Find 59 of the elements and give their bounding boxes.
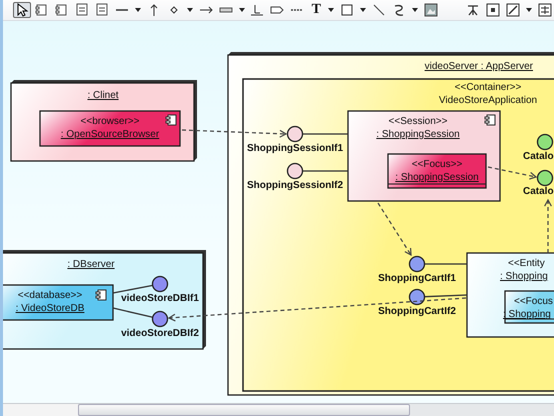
connector-line [112,284,152,294]
interface-label: Catalo [523,186,554,197]
tool-button[interactable] [504,2,522,18]
interface-label: videoStoreDBIf1 [121,293,199,304]
dashed-line-icon [290,8,304,12]
component-name: : Shopping [500,271,548,282]
component-name: : Shopping [503,309,551,320]
node-name: videoServer : AppServer [424,61,533,72]
document-icon [94,3,109,17]
stereotype-label: <<Focus [514,296,553,307]
component-name: : VideoStoreDB [16,303,84,314]
dependency-arrow [544,198,552,253]
connector-line [424,294,468,298]
dependency-arrow [378,202,412,256]
stereotype-label: <<Entity [508,258,545,269]
stereotype-label: <<Container>> [454,82,522,93]
interface-label: videoStoreDBIf2 [121,328,199,339]
square-icon [340,3,354,17]
text-tool-button[interactable]: T [308,2,324,18]
stereotype-label: <<Session>> [388,116,448,127]
component-icon [166,114,176,126]
fork-icon [466,3,480,17]
component-name: : ShoppingSession [376,129,460,140]
interface-label: ShoppingCartIf2 [378,306,456,317]
dependency-arrow [488,166,538,180]
connector-line [303,170,348,172]
component-name: : ShoppingSession [395,172,479,183]
interface-label: ShoppingCartIf1 [378,273,456,284]
node-name: : Clinet [87,90,119,101]
node-name: : DBserver [67,259,115,270]
scrollbar-thumb[interactable] [78,404,410,416]
component-icon [34,3,49,17]
line-icon [114,8,129,12]
connector-line [425,263,467,265]
tool-button[interactable] [536,2,554,18]
tool-button[interactable] [422,2,440,18]
document-icon [74,3,89,17]
baseline-icon [250,3,264,17]
component-icon [484,114,496,126]
connector-line [112,307,152,318]
component-icon [96,290,106,300]
horizontal-scrollbar[interactable] [3,403,554,416]
framed-line-icon [506,3,520,17]
connector-line [303,133,348,135]
component-name: : OpenSourceBrowser [60,129,160,140]
tool-button[interactable] [13,2,31,18]
image-icon [424,3,438,17]
tool-button[interactable] [484,2,502,18]
interface-label: ShoppingSessionIf1 [246,143,344,154]
stereotype-label: <<database>> [18,290,82,301]
stereotype-label: <<browser>> [80,116,140,127]
framed-lines-icon [538,3,552,17]
pointer-icon [15,3,29,17]
container-name: VideoStoreApplication [438,95,538,106]
stereotype-label: <<Focus>> [412,159,462,170]
component-icon [54,3,69,17]
diagonal-line-icon [372,3,386,17]
interface-label: Catalo [523,151,554,162]
interface-label: ShoppingSessionIf2 [246,180,344,191]
